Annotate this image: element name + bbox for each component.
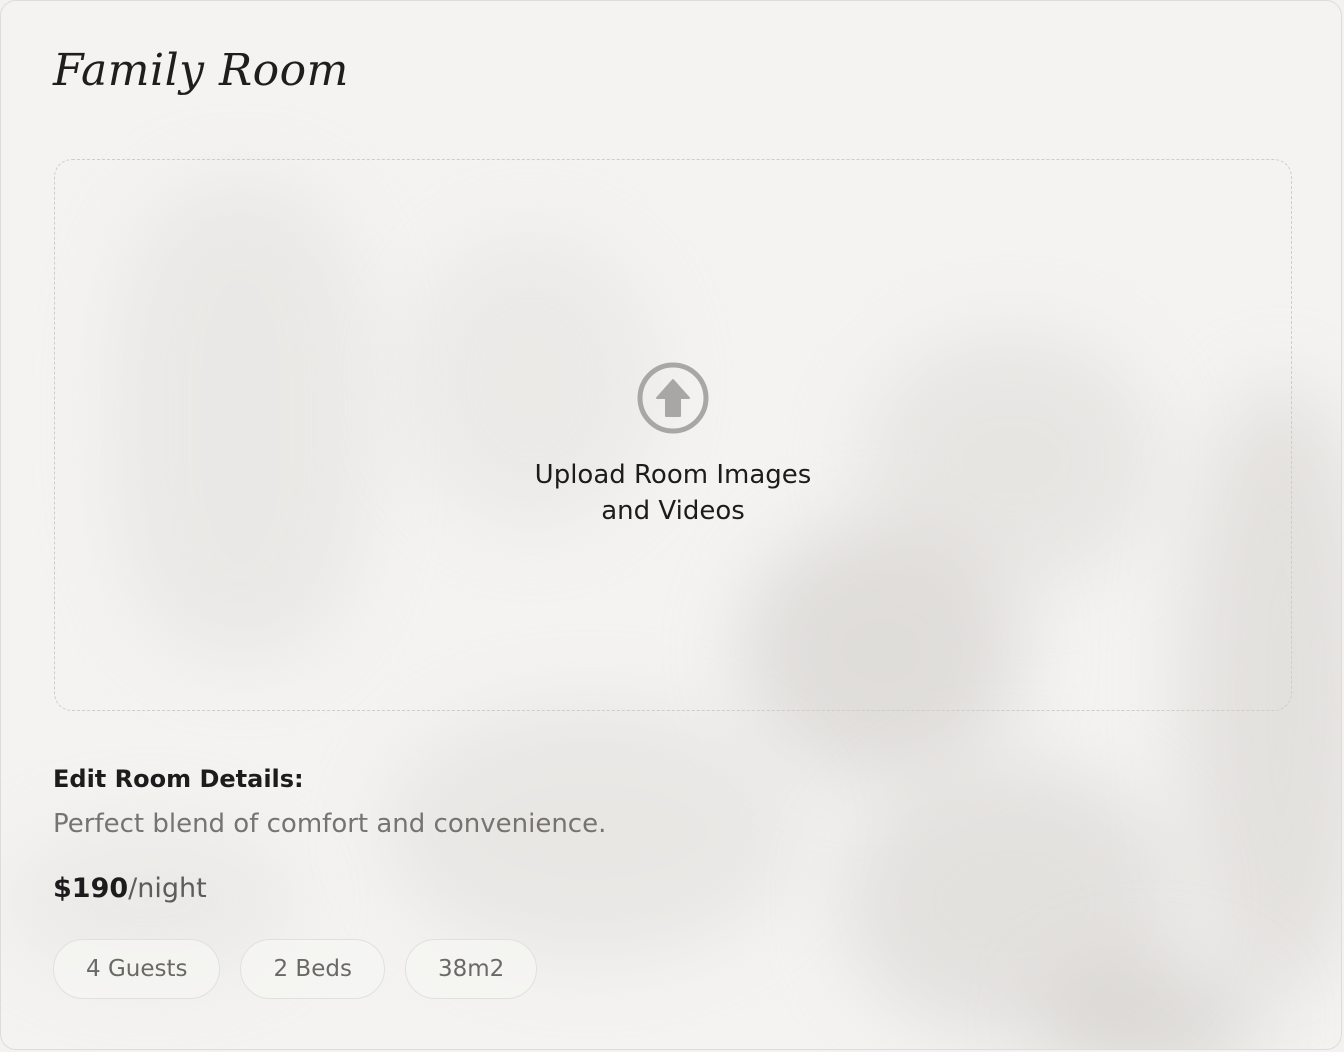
tag-size[interactable]: 38m2	[404, 939, 538, 999]
upload-label-line-1: Upload Room Images	[534, 460, 812, 490]
room-feature-tags: 4 Guests 2 Beds 38m2	[53, 939, 538, 999]
room-card: Family Room Upload Room Images and Video…	[0, 0, 1342, 1050]
tag-beds[interactable]: 2 Beds	[240, 939, 385, 999]
upload-label[interactable]: Upload Room Images and Videos	[473, 457, 873, 529]
room-price: $190/night	[53, 873, 207, 904]
tag-guests[interactable]: 4 Guests	[53, 939, 221, 999]
price-amount: $190	[53, 873, 129, 904]
upload-arrow-circle-icon[interactable]	[635, 360, 711, 436]
price-unit: /night	[128, 873, 207, 904]
upload-label-line-2: and Videos	[601, 496, 745, 526]
room-description: Perfect blend of comfort and convenience…	[53, 809, 607, 839]
room-title: Family Room	[53, 45, 349, 96]
edit-room-details-heading: Edit Room Details:	[53, 765, 304, 793]
